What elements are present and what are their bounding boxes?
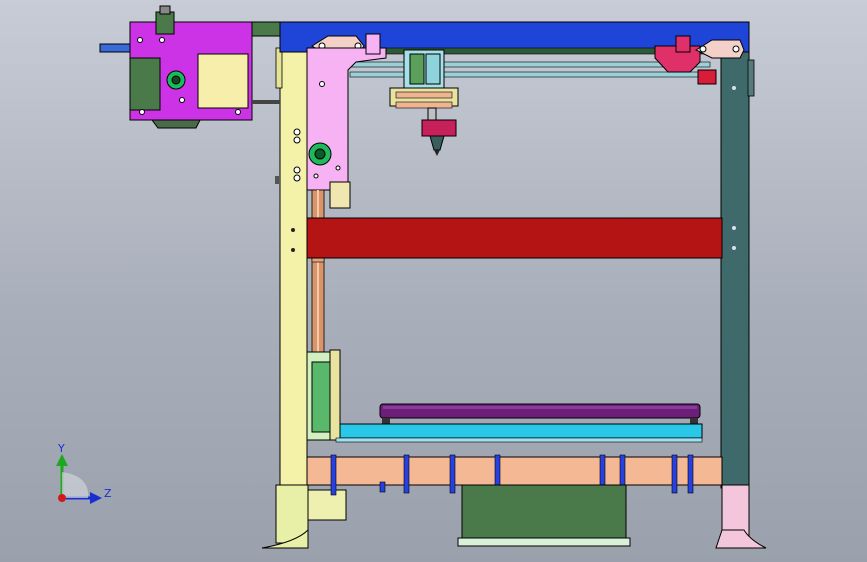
right-frame-post [720,51,755,489]
electronics-box [457,484,631,547]
left-frame-post [275,25,308,489]
y-axis-label: Y [57,442,65,455]
cad-viewport[interactable]: Y Z [0,0,867,562]
middle-red-beam [306,217,723,259]
base-beam [306,456,723,486]
bed-carrier [335,423,703,443]
right-foot [715,484,767,549]
z-carriage [306,33,387,209]
build-plate [379,403,701,424]
z-lead-screw [311,189,325,361]
printer-assembly-drawing: Y Z [56,5,767,549]
z-axis-label: Z [104,487,112,500]
left-bed-guide [306,349,341,441]
axis-triad: Y Z [56,442,112,504]
